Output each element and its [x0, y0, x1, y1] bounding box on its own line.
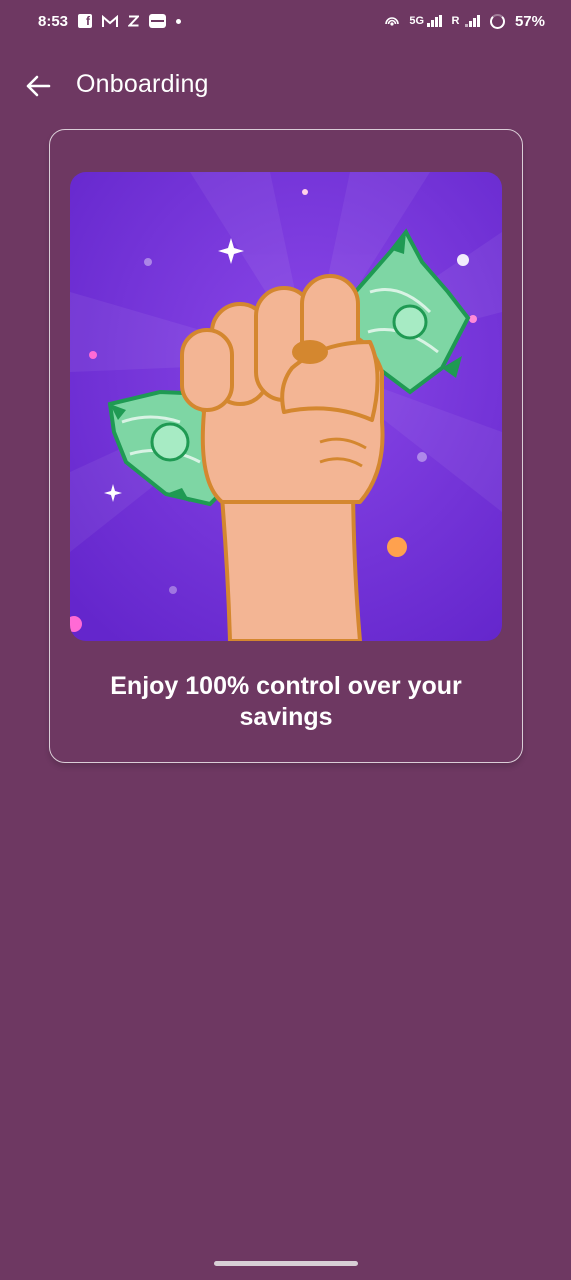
- signal-icon: [427, 15, 442, 27]
- back-button[interactable]: [22, 70, 54, 102]
- battery-percent: 57%: [514, 12, 545, 30]
- clock: 8:53: [38, 12, 69, 30]
- facebook-icon: f: [78, 14, 93, 28]
- home-indicator[interactable]: [214, 1261, 358, 1266]
- status-bar-right: 5G R 57%: [385, 13, 545, 30]
- arrow-left-icon: [26, 75, 51, 97]
- fist-money-illustration: [70, 172, 502, 641]
- gmail-icon: [102, 14, 119, 28]
- onboarding-caption: Enjoy 100% control over your savings: [110, 672, 462, 731]
- notification-dot-icon: [176, 18, 182, 24]
- roaming-label: R: [451, 15, 460, 27]
- onboarding-card: Enjoy 100% control over your savings: [49, 129, 523, 763]
- app-bar: Onboarding: [0, 56, 571, 116]
- network-label: 5G: [409, 15, 425, 27]
- hotspot-icon: [385, 15, 400, 27]
- signal-roaming: R: [452, 15, 480, 27]
- battery-icon: [489, 13, 505, 29]
- page-title: Onboarding: [76, 70, 209, 98]
- signal-5g: 5G: [409, 15, 442, 27]
- status-bar: 8:53 f 5G R 57%: [0, 0, 571, 42]
- zomato-icon: [128, 15, 140, 27]
- signal-icon-2: [465, 15, 480, 27]
- paytm-icon: [149, 14, 167, 28]
- status-bar-left: 8:53 f: [38, 12, 182, 30]
